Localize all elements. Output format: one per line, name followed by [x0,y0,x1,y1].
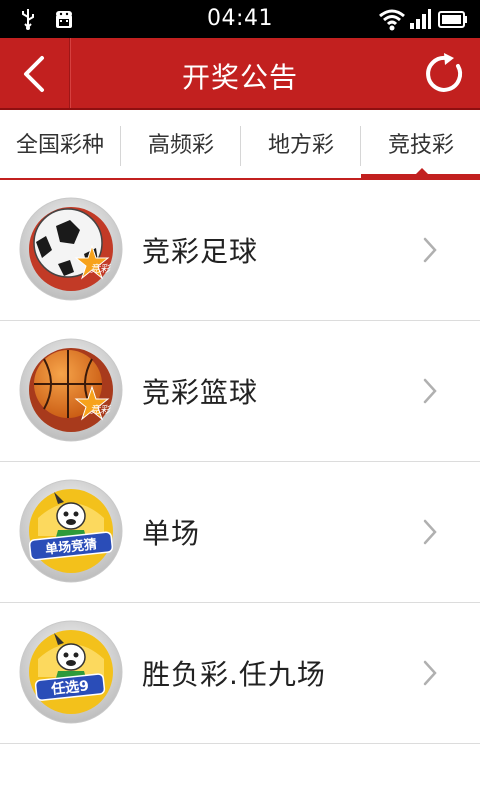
list-item-label: 竞彩篮球 [142,376,259,409]
single-match-icon: 单场竞猜 [19,479,123,583]
list-item-single-match[interactable]: 单场竞猜 单场 [0,462,480,603]
tab-national[interactable]: 全国彩种 [0,110,120,178]
page-title: 开奖公告 [181,61,298,94]
list-item-label: 胜负彩.任九场 [142,658,326,691]
chevron-right-icon [423,237,437,263]
status-bar: 04:41 [0,0,480,38]
list-item-basketball[interactable]: 竞彩 竞彩篮球 [0,321,480,462]
list-item-label: 单场 [142,517,201,550]
wifi-icon [379,9,405,31]
signal-icon [410,9,431,29]
chevron-right-icon [423,519,437,545]
chevron-right-icon [423,660,437,686]
refresh-button[interactable] [410,38,480,108]
list-item-football[interactable]: 竞彩 竞彩足球 [0,180,480,321]
tab-label: 全国彩种 [15,133,104,158]
app-header: 开奖公告 [0,38,480,110]
football-icon: 竞彩 [19,197,123,301]
list-item-label: 竞彩足球 [142,235,259,268]
list-item-pick-nine[interactable]: 任选9 胜负彩.任九场 [0,603,480,744]
tab-local[interactable]: 地方彩 [241,110,361,178]
tab-label: 竞技彩 [387,133,454,158]
badge-text: 竞彩 [90,404,112,416]
badge-text: 竞彩 [90,263,112,275]
refresh-icon [426,53,462,92]
battery-icon [438,11,467,28]
tab-label: 高频彩 [147,133,214,158]
caret-up-icon [416,168,428,174]
tab-label: 地方彩 [267,133,334,158]
pick-nine-icon: 任选9 [19,620,123,724]
basketball-icon: 竞彩 [19,338,123,442]
category-tabs: 全国彩种 高频彩 地方彩 竞技彩 [0,110,480,180]
lottery-list: 竞彩 竞彩足球 竞彩 竞彩篮球 单场竞猜 单场 任选9 胜负彩.任九场 [0,180,480,744]
active-tab-indicator [361,174,480,178]
tab-high-frequency[interactable]: 高频彩 [121,110,241,178]
chevron-right-icon [423,378,437,404]
tab-sports[interactable]: 竞技彩 [361,110,480,178]
